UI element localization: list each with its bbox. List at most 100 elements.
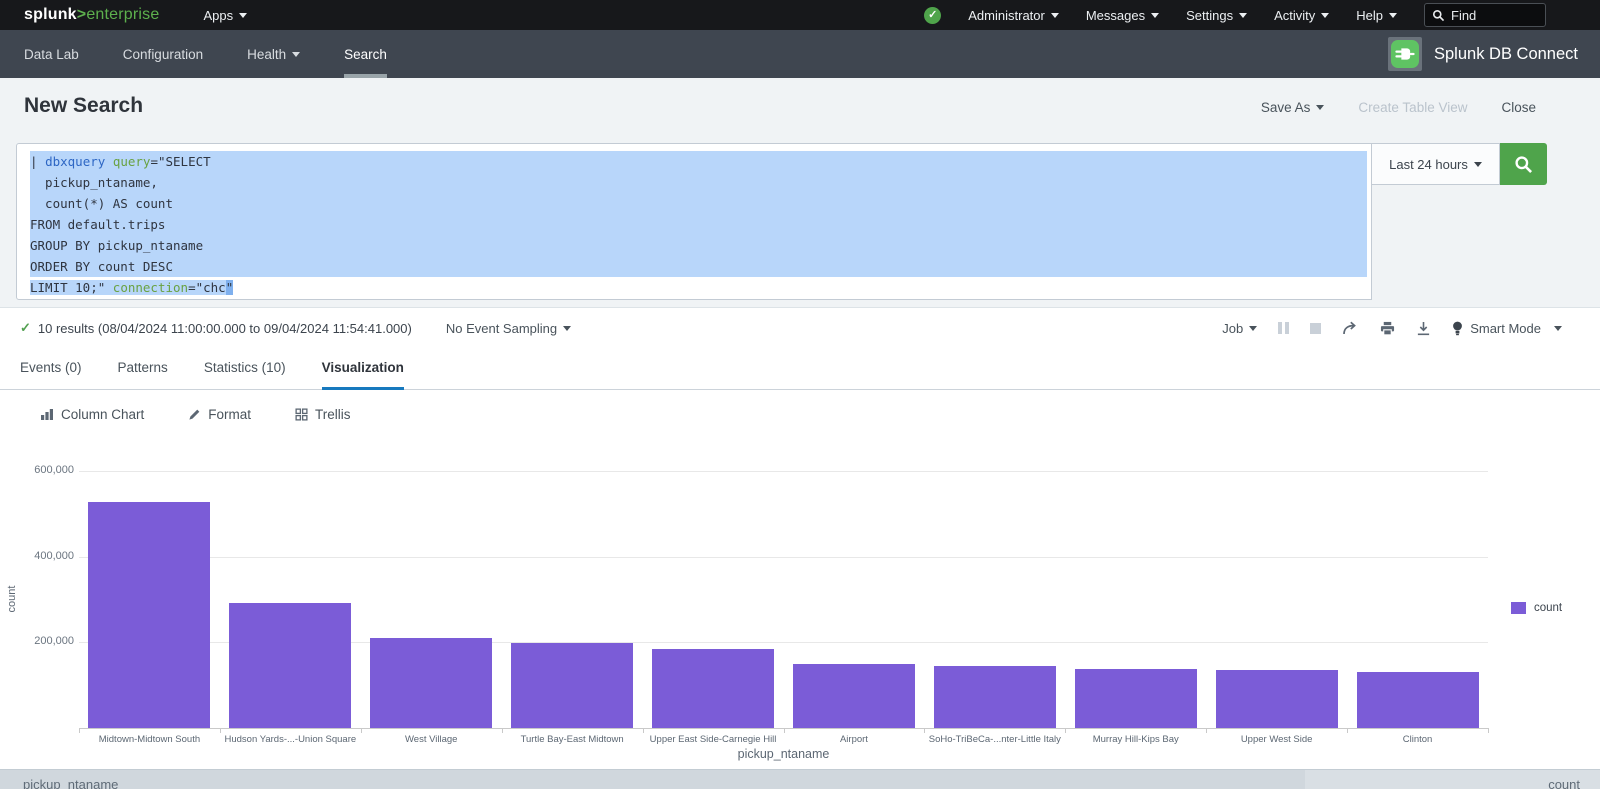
x-category-label: Turtle Bay-East Midtown [502, 734, 643, 745]
x-category-label: Airport [784, 734, 925, 745]
y-tick-label: 600,000 [14, 464, 74, 476]
query-keyword: dbxquery [45, 154, 105, 169]
menu-settings[interactable]: Settings [1186, 8, 1247, 23]
chevron-down-icon [1321, 13, 1329, 18]
search-icon [1432, 9, 1445, 22]
viz-toolbar: Column Chart Format Trellis [0, 390, 1600, 438]
chart-bar[interactable] [1075, 669, 1197, 728]
top-bar: splunk>enterprise Apps ✓ Administrator M… [0, 0, 1600, 30]
tab-statistics[interactable]: Statistics (10) [204, 360, 286, 390]
query-text: FROM default.trips [30, 217, 165, 232]
nav-configuration[interactable]: Configuration [101, 30, 225, 78]
query-line: GROUP BY pickup_ntaname [30, 235, 1367, 256]
chart-bar[interactable] [1357, 672, 1479, 728]
find-input[interactable] [1451, 8, 1531, 23]
health-status-icon[interactable]: ✓ [924, 7, 941, 24]
query-text: ORDER BY count DESC [30, 259, 173, 274]
check-icon: ✓ [928, 9, 937, 21]
chart-bar[interactable] [88, 502, 210, 728]
menu-administrator[interactable]: Administrator [968, 8, 1059, 23]
apps-menu[interactable]: Apps [203, 8, 247, 23]
lightbulb-icon [1452, 321, 1463, 336]
chart-legend[interactable]: count [1511, 602, 1562, 614]
query-text [105, 154, 113, 169]
query-text: ="SELECT [150, 154, 210, 169]
x-axis-tick [1347, 728, 1348, 733]
chart-bar[interactable] [511, 643, 633, 728]
pickup-ntaname-column-header[interactable]: pickup_ntaname [23, 777, 118, 789]
search-icon [1514, 155, 1533, 174]
x-category-label: Clinton [1347, 734, 1488, 745]
menu-activity[interactable]: Activity [1274, 8, 1329, 23]
create-table-view-button[interactable]: Create Table View [1358, 100, 1467, 115]
event-sampling-menu[interactable]: No Event Sampling [446, 321, 571, 336]
chart-bar[interactable] [229, 603, 351, 728]
run-search-button[interactable] [1500, 143, 1547, 185]
app-nav: Data Lab Configuration Health Search [24, 30, 409, 78]
tab-events[interactable]: Events (0) [20, 360, 82, 390]
chevron-down-icon [563, 326, 571, 331]
x-category-label: West Village [361, 734, 502, 745]
close-label: Close [1501, 100, 1536, 115]
chevron-down-icon [239, 13, 247, 18]
chart-bar[interactable] [370, 638, 492, 728]
nav-search[interactable]: Search [322, 30, 409, 78]
x-category-label: Midtown-Midtown South [79, 734, 220, 745]
chart-bar[interactable] [793, 664, 915, 728]
menu-label: Help [1356, 8, 1383, 23]
trellis-grid-icon [295, 408, 308, 421]
x-category-label: Hudson Yards-...-Union Square [220, 734, 361, 745]
job-label: Job [1222, 321, 1243, 336]
legend-swatch [1511, 602, 1526, 614]
time-range-picker[interactable]: Last 24 hours [1372, 143, 1500, 185]
nav-label: Search [344, 47, 387, 62]
chart-bar[interactable] [934, 666, 1056, 728]
query-line: | dbxquery query="SELECT [30, 151, 1367, 172]
pause-icon[interactable] [1278, 322, 1289, 334]
save-as-label: Save As [1261, 100, 1311, 115]
menu-help[interactable]: Help [1356, 8, 1397, 23]
tab-patterns[interactable]: Patterns [118, 360, 168, 390]
db-connect-app-icon [1388, 37, 1422, 71]
x-axis-tick [1488, 728, 1489, 733]
x-axis-tick [361, 728, 362, 733]
chart-bar[interactable] [652, 649, 774, 728]
search-query-editor[interactable]: | dbxquery query="SELECT pickup_ntaname,… [16, 143, 1372, 300]
tab-visualization[interactable]: Visualization [322, 360, 404, 390]
save-as-button[interactable]: Save As [1261, 100, 1325, 115]
chart-type-picker[interactable]: Column Chart [40, 407, 144, 422]
query-attribute: connection [113, 280, 188, 295]
export-icon[interactable] [1416, 321, 1431, 336]
splunk-logo[interactable]: splunk>enterprise [24, 6, 159, 24]
find-search-box[interactable] [1424, 3, 1546, 27]
results-bar: ✓ 10 results (08/04/2024 11:00:00.000 to… [0, 308, 1600, 348]
x-axis-tick [220, 728, 221, 733]
pencil-icon [188, 408, 201, 421]
menu-label: Activity [1274, 8, 1315, 23]
nav-data-lab[interactable]: Data Lab [24, 30, 101, 78]
x-category-label: Murray Hill-Kips Bay [1065, 734, 1206, 745]
app-bar: Data Lab Configuration Health Search Spl… [0, 30, 1600, 78]
job-menu[interactable]: Job [1222, 321, 1257, 336]
logo-splunk-text: splunk [24, 6, 77, 23]
print-icon[interactable] [1380, 321, 1395, 336]
x-axis-title: pickup_ntaname [79, 747, 1488, 761]
share-icon[interactable] [1342, 321, 1359, 336]
query-line: LIMIT 10;" connection="chc" [30, 277, 1367, 298]
stop-icon[interactable] [1310, 323, 1321, 334]
page-title: New Search [24, 94, 143, 118]
nav-health[interactable]: Health [225, 30, 322, 78]
app-identity[interactable]: Splunk DB Connect [1388, 37, 1578, 71]
query-text: | [30, 154, 45, 169]
query-text: ="chc [188, 280, 226, 295]
close-button[interactable]: Close [1501, 100, 1536, 115]
menu-label: Administrator [968, 8, 1045, 23]
gridline [79, 557, 1488, 558]
query-text: GROUP BY pickup_ntaname [30, 238, 203, 253]
trellis-button[interactable]: Trellis [295, 407, 351, 422]
chart-bar[interactable] [1216, 670, 1338, 728]
job-controls: Job Smart Mode [1222, 321, 1562, 336]
menu-messages[interactable]: Messages [1086, 8, 1159, 23]
search-mode-menu[interactable]: Smart Mode [1452, 321, 1562, 336]
format-button[interactable]: Format [188, 407, 251, 422]
